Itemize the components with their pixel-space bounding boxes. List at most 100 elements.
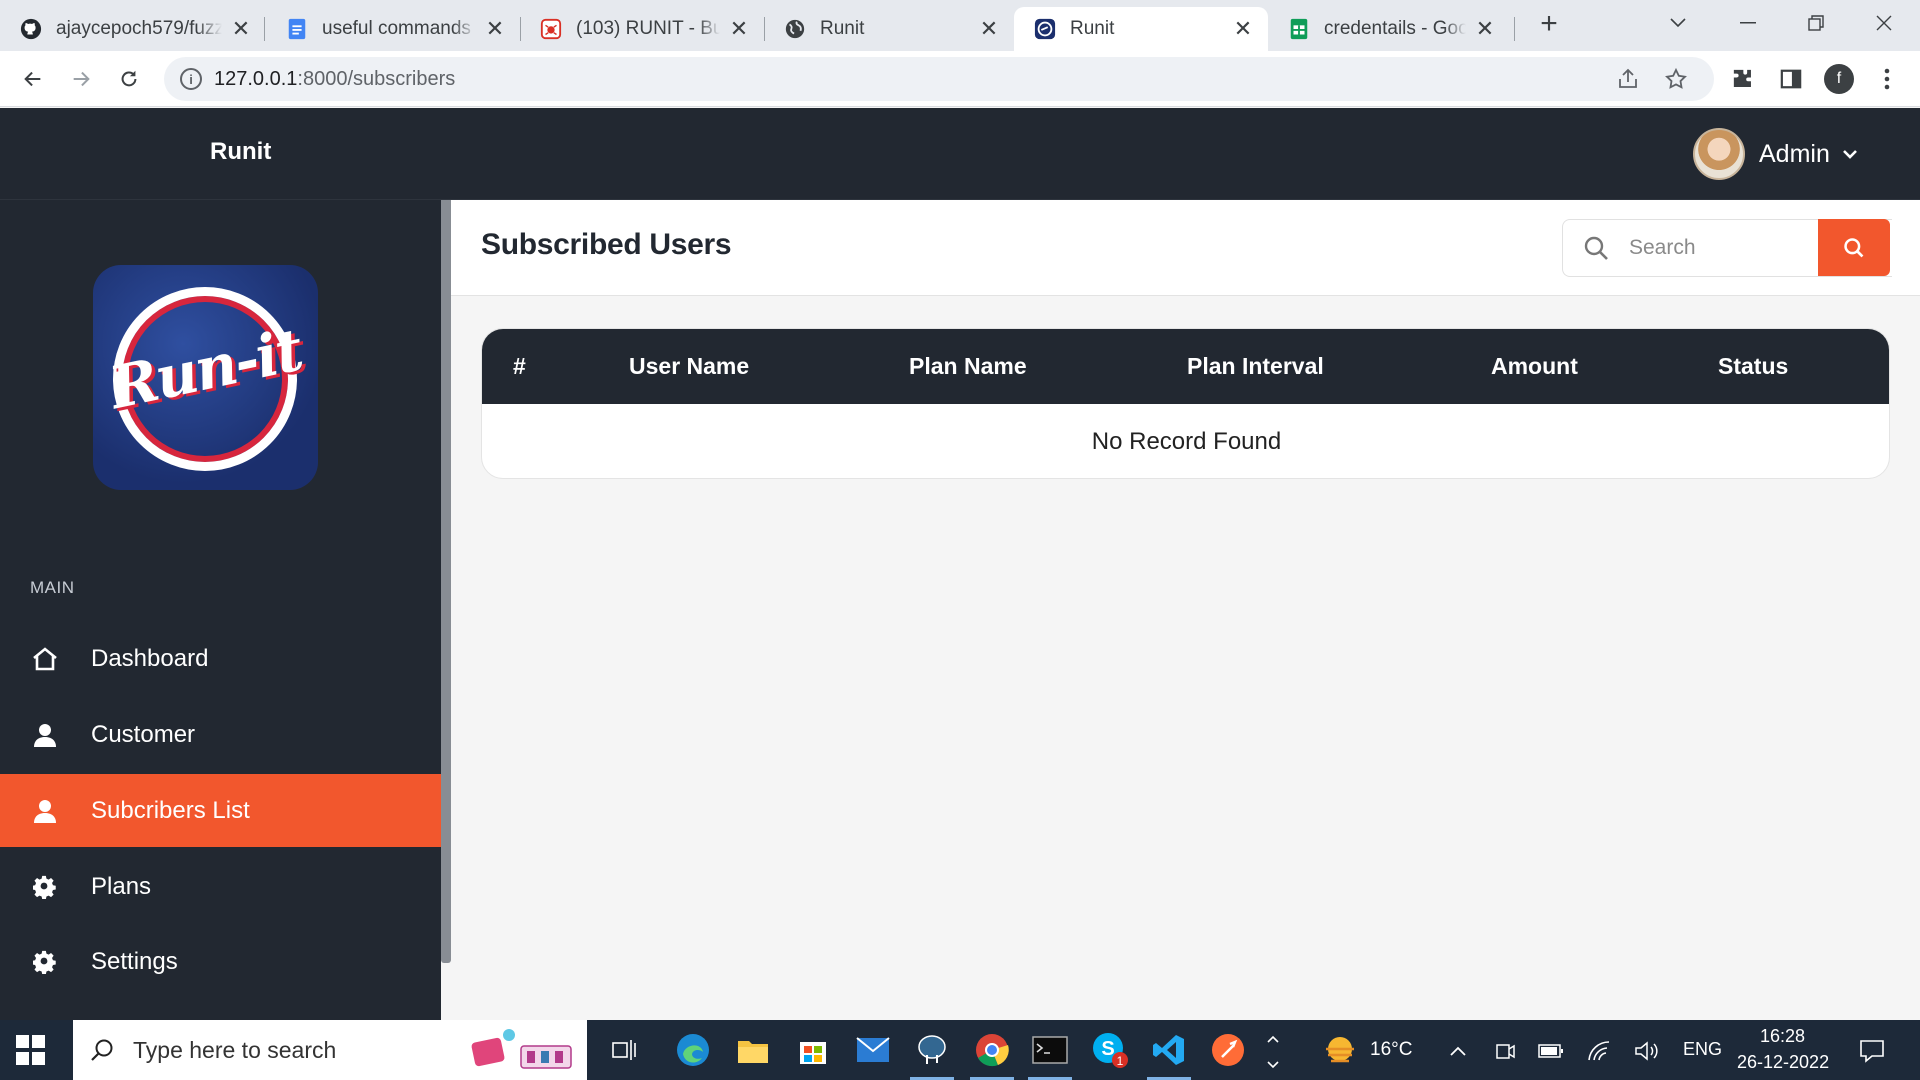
user-icon: [30, 796, 60, 826]
browser-tab-runit-active[interactable]: Runit ✕: [1014, 7, 1268, 51]
close-icon[interactable]: ✕: [230, 16, 252, 41]
volume-icon[interactable]: [1634, 1038, 1660, 1064]
browser-tab-strip: ajaycepoch579/fuzz ✕ useful commands f ✕…: [0, 0, 1920, 51]
sidebar-item-label: Customer: [91, 720, 196, 748]
chevron-down-icon[interactable]: [1260, 1052, 1286, 1078]
runit-logo: Run-it: [93, 265, 318, 490]
reload-button[interactable]: [110, 60, 148, 98]
tab-title: (103) RUNIT - Bugs: [576, 18, 720, 39]
search-input[interactable]: [1629, 236, 1829, 260]
sidebar-item-label: Subcribers List: [91, 796, 250, 824]
column-header: Plan Interval: [1187, 353, 1324, 379]
close-icon[interactable]: ✕: [1232, 16, 1254, 41]
file-explorer-icon[interactable]: [733, 1030, 773, 1070]
user-name: Admin: [1759, 139, 1830, 168]
windows-taskbar: Type here to search S1 16°C ENG 16:28 26…: [0, 1020, 1920, 1080]
share-icon[interactable]: [1614, 65, 1642, 93]
browser-tab-bugs[interactable]: (103) RUNIT - Bugs ✕: [520, 7, 764, 51]
chevron-up-icon[interactable]: [1260, 1026, 1286, 1052]
brand-title[interactable]: Runit: [210, 138, 271, 166]
windows-start-button[interactable]: [16, 1035, 46, 1065]
gear-icon: [30, 947, 60, 977]
user-menu[interactable]: Admin: [1693, 127, 1858, 181]
column-header: User Name: [629, 353, 750, 379]
sidebar-item-label: Dashboard: [91, 644, 209, 672]
postman-icon[interactable]: [1208, 1030, 1248, 1070]
runit-icon: [1034, 18, 1056, 40]
app-header: Runit Admin: [0, 108, 1920, 200]
more-menu-icon[interactable]: [1872, 64, 1902, 94]
minimize-button[interactable]: [1726, 8, 1770, 38]
column-header: Amount: [1491, 353, 1578, 379]
sidebar: Run-it MAIN Dashboard Customer Subcriber…: [0, 200, 441, 1020]
tab-divider: [1514, 17, 1515, 41]
language-indicator[interactable]: ENG: [1683, 1039, 1722, 1060]
task-view-icon[interactable]: [604, 1030, 644, 1070]
browser-tab-docs[interactable]: useful commands f ✕: [266, 7, 520, 51]
profile-avatar[interactable]: f: [1824, 64, 1854, 94]
close-icon[interactable]: ✕: [978, 16, 1000, 41]
info-icon[interactable]: i: [180, 68, 202, 90]
svg-text:S: S: [1101, 1038, 1114, 1060]
clock-date[interactable]: 26-12-2022: [1737, 1052, 1829, 1073]
browser-tab-runit[interactable]: Runit ✕: [764, 7, 1014, 51]
tab-title: credentails - Googl: [1324, 18, 1466, 39]
taskbar-search[interactable]: Type here to search: [73, 1020, 587, 1080]
postgresql-icon[interactable]: [912, 1030, 952, 1070]
browser-tab-github[interactable]: ajaycepoch579/fuzz ✕: [0, 7, 266, 51]
search-icon: [1583, 235, 1609, 261]
avatar[interactable]: [1693, 128, 1745, 180]
close-icon[interactable]: ✕: [1474, 16, 1496, 41]
close-icon[interactable]: ✕: [484, 16, 506, 41]
clock-time[interactable]: 16:28: [1760, 1026, 1805, 1047]
forward-button[interactable]: [62, 60, 100, 98]
sidebar-item-plans[interactable]: Plans: [0, 850, 441, 923]
mail-icon[interactable]: [853, 1030, 893, 1070]
vscode-icon[interactable]: [1149, 1030, 1189, 1070]
sidebar-item-dashboard[interactable]: Dashboard: [0, 622, 441, 695]
extensions-icon[interactable]: [1728, 64, 1758, 94]
battery-icon[interactable]: [1538, 1038, 1564, 1064]
column-header: Status: [1718, 353, 1789, 379]
skype-icon[interactable]: S1: [1090, 1030, 1130, 1070]
chevron-up-icon[interactable]: [1445, 1038, 1471, 1064]
user-icon: [30, 720, 60, 750]
meet-now-icon[interactable]: [1492, 1038, 1518, 1064]
chevron-down-icon: [1842, 149, 1858, 159]
sidebar-scrollbar[interactable]: [441, 200, 451, 963]
sidebar-item-label: Plans: [91, 872, 152, 900]
close-window-button[interactable]: [1862, 8, 1906, 38]
weather-icon[interactable]: [1322, 1034, 1358, 1068]
notification-icon[interactable]: [1857, 1036, 1887, 1066]
gear-icon: [30, 872, 60, 902]
bookmark-star-icon[interactable]: [1662, 65, 1690, 93]
sidebar-item-settings[interactable]: Settings: [0, 925, 441, 998]
tab-search-button[interactable]: [1656, 8, 1700, 38]
page-title: Subscribed Users: [481, 228, 732, 261]
globe-icon: [784, 18, 806, 40]
back-button[interactable]: [14, 60, 52, 98]
sidebar-item-subscribers[interactable]: Subcribers List: [0, 774, 441, 847]
column-header: #: [513, 353, 526, 379]
terminal-icon[interactable]: [1030, 1030, 1070, 1070]
search-button[interactable]: [1818, 219, 1890, 276]
tab-divider: [264, 17, 265, 41]
new-tab-button[interactable]: +: [1534, 9, 1564, 40]
url-text: 127.0.0.1:8000/subscribers: [214, 67, 456, 90]
wifi-icon[interactable]: [1587, 1038, 1613, 1064]
tab-title: ajaycepoch579/fuzz: [56, 18, 222, 39]
side-panel-icon[interactable]: [1776, 64, 1806, 94]
close-icon[interactable]: ✕: [728, 16, 750, 41]
sidebar-item-customer[interactable]: Customer: [0, 698, 441, 771]
browser-tab-sheets[interactable]: credentails - Googl ✕: [1268, 7, 1510, 51]
home-icon: [30, 644, 60, 674]
microsoft-store-icon[interactable]: [793, 1030, 833, 1070]
empty-state-row: No Record Found: [1091, 428, 1282, 455]
github-icon: [20, 18, 42, 40]
table-header: # User Name Plan Name Plan Interval Amou…: [482, 329, 1889, 404]
chrome-icon[interactable]: [972, 1030, 1012, 1070]
restore-button[interactable]: [1794, 8, 1838, 38]
docs-icon: [286, 18, 308, 40]
edge-icon[interactable]: [673, 1030, 713, 1070]
address-bar[interactable]: i 127.0.0.1:8000/subscribers: [164, 57, 1714, 101]
